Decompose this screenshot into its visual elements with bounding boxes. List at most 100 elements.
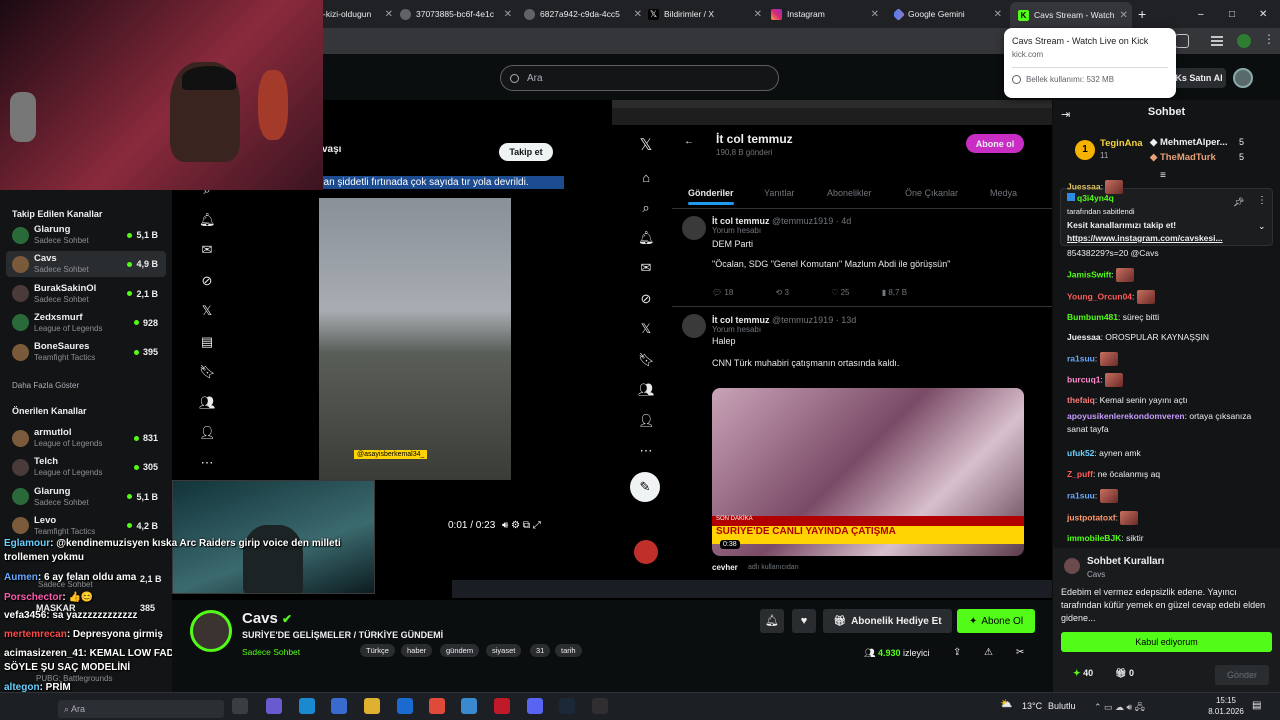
tag-5[interactable]: tarih: [555, 644, 582, 657]
chat-username[interactable]: JamisSwift: [1067, 269, 1111, 279]
close-icon[interactable]: ✕: [871, 9, 879, 20]
tag-2[interactable]: gündem: [440, 644, 480, 657]
close-icon[interactable]: ✕: [504, 9, 512, 20]
chat-text: siktir: [1126, 533, 1144, 543]
profile-avatar-icon[interactable]: [1237, 34, 1251, 48]
clip-icon[interactable]: ✂: [1016, 647, 1024, 658]
report-icon[interactable]: ⚠: [984, 647, 993, 658]
chat-username[interactable]: burcuq1: [1067, 374, 1101, 384]
chat-username[interactable]: immobileBJK: [1067, 533, 1121, 543]
chat-username[interactable]: Z_puff: [1067, 469, 1093, 479]
buy-kicks-button[interactable]: Ks Satın Al: [1172, 68, 1226, 88]
edge-icon[interactable]: [299, 698, 315, 714]
menu-kebab-icon[interactable]: ⋮: [1263, 32, 1275, 46]
explorer-icon[interactable]: [364, 698, 380, 714]
user-avatar[interactable]: [1233, 68, 1253, 88]
tab-37073885[interactable]: 37073885-bc6f-4e1c ✕: [400, 4, 512, 24]
tab-x-notifications[interactable]: 𝕏 Bildirimler / X ✕: [648, 4, 762, 24]
subscribe-button[interactable]: ✦ Abone Ol: [957, 609, 1035, 633]
chat-username[interactable]: ra1suu: [1067, 490, 1095, 500]
emote-icon: [1099, 352, 1118, 366]
playlist-icon[interactable]: [1211, 36, 1223, 38]
sidebar-item-zedxsmurf[interactable]: Zedxsmurf League of Legends 928: [6, 310, 166, 336]
channel-name[interactable]: Cavs ✔: [242, 610, 292, 627]
sidebar-item-armutlol[interactable]: armutlol League of Legends 831: [6, 425, 166, 451]
photos-icon[interactable]: [461, 698, 477, 714]
chat-username[interactable]: Young_Orcun04: [1067, 291, 1132, 301]
taskbar-search[interactable]: ⌕ Ara: [58, 700, 224, 718]
tray-icons[interactable]: ⌃ ▭ ☁ 🔊︎ 🖧: [1094, 700, 1145, 716]
close-icon[interactable]: ✕: [634, 9, 642, 20]
chat-username[interactable]: Juessaa: [1067, 181, 1101, 191]
separator: :: [1094, 353, 1100, 364]
tag-1[interactable]: haber: [401, 644, 433, 657]
chat-message: ufuk52: aynen amk: [1067, 447, 1272, 460]
leader-count: 11: [1100, 151, 1109, 160]
store-icon[interactable]: [331, 698, 347, 714]
accept-rules-button[interactable]: Kabul ediyorum: [1061, 632, 1272, 652]
chevron-down-icon[interactable]: ⌄: [1258, 221, 1266, 232]
gift-subscription-button[interactable]: 🎁︎ Abonelik Hediye Et: [823, 609, 952, 633]
hover-card-memory: Bellek kullanımı: 532 MB: [1026, 75, 1115, 84]
chat-username[interactable]: ufuk52: [1067, 448, 1094, 458]
close-icon[interactable]: ✕: [385, 9, 393, 20]
task-view-icon[interactable]: [232, 698, 248, 714]
follow-heart-button[interactable]: ♥: [792, 609, 816, 633]
share-icon[interactable]: ⇪: [953, 647, 961, 658]
chat-username[interactable]: thefaiq: [1067, 395, 1095, 405]
obs-icon[interactable]: [592, 698, 608, 714]
chrome-icon[interactable]: [429, 698, 445, 714]
pinned-link[interactable]: https://www.instagram.com/cavskesi...: [1067, 233, 1223, 243]
pin-icon[interactable]: 📌︎: [1233, 197, 1244, 208]
notification-bell-button[interactable]: 🔔︎: [760, 609, 784, 633]
chat-username[interactable]: ra1suu: [1067, 353, 1095, 363]
video-editor-icon[interactable]: [494, 698, 510, 714]
chat-username[interactable]: Juessaa: [1067, 332, 1101, 342]
sidebar-item-glarung[interactable]: Glarung Sadece Sohbet 5,1 B: [6, 484, 166, 510]
points-display[interactable]: ✦ 40: [1073, 668, 1093, 679]
new-tab-button[interactable]: +: [1138, 4, 1150, 24]
viewer-count: 928: [133, 318, 158, 328]
category-link[interactable]: Sadece Sohbet: [242, 647, 300, 657]
bookmark-icon: 🔖︎: [199, 364, 216, 379]
weather-label[interactable]: Bulutlu: [1048, 701, 1076, 711]
channel-avatar[interactable]: [190, 610, 232, 652]
tab-cavs-stream[interactable]: K Cavs Stream - Watch ✕: [1010, 2, 1132, 28]
tab-6827a942[interactable]: 6827a942-c9da-4cc5 ✕: [524, 4, 642, 24]
tag-0[interactable]: Türkçe: [360, 644, 395, 657]
sidebar-item-levo[interactable]: Levo Teamfight Tactics 4,2 B: [6, 513, 166, 539]
close-icon[interactable]: ✕: [994, 9, 1002, 20]
search-input[interactable]: Ara: [500, 65, 779, 91]
copilot-icon[interactable]: [266, 698, 282, 714]
tab-instagram[interactable]: Instagram ✕: [771, 4, 879, 24]
close-window-button[interactable]: ✕: [1259, 4, 1271, 24]
outlook-icon[interactable]: [397, 698, 413, 714]
chat-username[interactable]: justpotatoxf: [1067, 512, 1116, 522]
close-icon[interactable]: ✕: [754, 9, 762, 20]
tab-kizi[interactable]: -kizi-oldugun ✕: [323, 4, 393, 24]
maximize-button[interactable]: □: [1229, 4, 1241, 24]
chat-username[interactable]: apoyusikenlerekondomveren: [1067, 411, 1185, 421]
notifications-icon[interactable]: ▤: [1252, 700, 1261, 711]
show-more-link[interactable]: Daha Fazla Göster: [12, 381, 79, 390]
discord-icon[interactable]: [527, 698, 543, 714]
sidebar-item-glarung[interactable]: Glarung Sadece Sohbet 5,1 B: [6, 222, 166, 248]
sidebar-item-buraksakinol[interactable]: BurakSakinOl Sadece Sohbet 2,1 B: [6, 281, 166, 307]
minimize-button[interactable]: –: [1198, 4, 1210, 24]
tag-4[interactable]: 31: [530, 644, 551, 657]
weather-temp[interactable]: 13°C: [1022, 701, 1042, 711]
live-dot-icon: [127, 523, 133, 529]
sidebar-item-cavs[interactable]: Cavs Sadece Sohbet 4,9 B: [6, 251, 166, 278]
extensions-icon[interactable]: [1175, 34, 1189, 48]
close-icon[interactable]: ✕: [1119, 10, 1127, 21]
steam-icon[interactable]: [559, 698, 575, 714]
send-button[interactable]: Gönder: [1215, 665, 1269, 685]
tag-3[interactable]: siyaset: [486, 644, 522, 657]
tab-gemini[interactable]: Google Gemini ✕: [894, 4, 1002, 24]
menu-kebab-icon[interactable]: ⋮: [1257, 195, 1267, 206]
sidebar-item-telch[interactable]: Telch League of Legends 305: [6, 454, 166, 480]
chat-username[interactable]: Bumbum481: [1067, 312, 1118, 322]
clock[interactable]: 15:15 8.01.2026: [1206, 695, 1246, 717]
sidebar-item-bonesaures[interactable]: BoneSaures Teamfight Tactics 395: [6, 339, 166, 365]
gifts-display[interactable]: 🎁︎ 0: [1115, 668, 1134, 679]
